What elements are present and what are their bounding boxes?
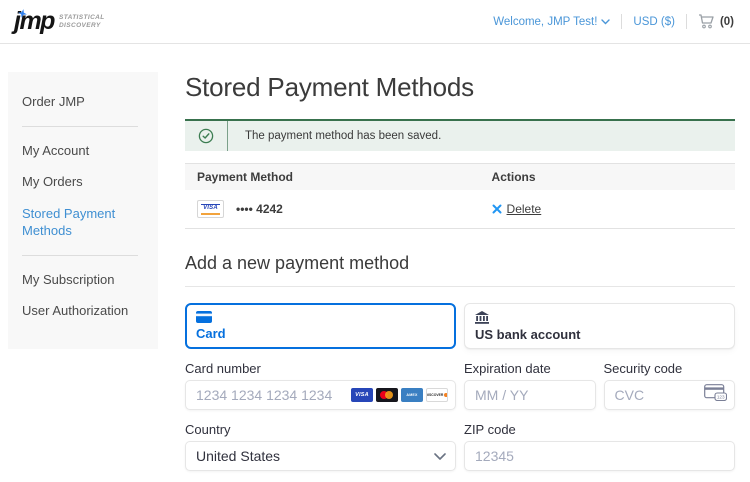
visa-brand-icon: VISA	[351, 388, 373, 402]
top-header: jmp STATISTICAL DISCOVERY Welcome, JMP T…	[0, 0, 750, 44]
actions-cell: Delete	[492, 202, 723, 216]
visa-card-icon: VISA	[197, 200, 224, 218]
payment-table-header: Payment Method Actions	[185, 163, 735, 190]
alert-message: The payment method has been saved.	[228, 121, 441, 151]
cvc-card-icon: 123	[704, 384, 727, 406]
jmp-tagline: STATISTICAL DISCOVERY	[59, 14, 105, 30]
success-alert: The payment method has been saved.	[185, 119, 735, 151]
mastercard-brand-icon	[376, 388, 398, 402]
cart-button[interactable]: (0)	[698, 14, 734, 29]
stored-payment-methods-page: jmp STATISTICAL DISCOVERY Welcome, JMP T…	[0, 0, 750, 482]
sidebar-item-my-orders[interactable]: My Orders	[22, 166, 148, 198]
sidebar-item-my-subscription[interactable]: My Subscription	[22, 264, 148, 296]
card-number-label: Card number	[185, 361, 456, 376]
delete-x-icon	[492, 204, 502, 214]
sidebar-item-user-authorization[interactable]: User Authorization	[22, 295, 148, 327]
zip-code-input[interactable]	[464, 441, 735, 471]
credit-card-icon	[196, 311, 212, 323]
jmp-logo-wordmark: jmp	[14, 9, 54, 34]
column-actions: Actions	[492, 170, 723, 184]
discover-brand-icon: DISCOVER	[426, 388, 448, 402]
tab-us-bank-label: US bank account	[475, 327, 724, 342]
payment-method-tabs: Card US bank account	[185, 303, 735, 349]
sidebar-item-stored-payment-methods[interactable]: Stored Payment Methods	[22, 198, 148, 247]
security-code-label: Security code	[604, 361, 736, 376]
sidebar-item-order-jmp[interactable]: Order JMP	[22, 86, 148, 118]
expiration-label: Expiration date	[464, 361, 596, 376]
tab-card[interactable]: Card	[185, 303, 456, 349]
chevron-down-icon	[601, 19, 610, 25]
card-brand-icons: VISA AMEX DISCOVER	[351, 388, 448, 402]
sidebar-divider	[22, 255, 138, 256]
column-payment-method: Payment Method	[197, 170, 492, 184]
expiration-input[interactable]	[464, 380, 596, 410]
tab-us-bank-account[interactable]: US bank account	[464, 303, 735, 349]
header-divider	[686, 14, 687, 29]
saved-card-cell: VISA •••• 4242	[197, 200, 492, 218]
main-content: Stored Payment Methods The payment metho…	[185, 72, 735, 482]
cart-icon	[698, 14, 715, 29]
success-check-icon	[185, 121, 227, 151]
amex-brand-icon: AMEX	[401, 388, 423, 402]
table-row: VISA •••• 4242 Delete	[185, 190, 735, 229]
jmp-star-icon	[18, 5, 27, 23]
page-title: Stored Payment Methods	[185, 72, 735, 103]
header-utility-nav: Welcome, JMP Test! USD ($) (0)	[493, 14, 734, 29]
country-label: Country	[185, 422, 456, 437]
welcome-account-menu[interactable]: Welcome, JMP Test!	[493, 16, 610, 28]
jmp-logo[interactable]: jmp STATISTICAL DISCOVERY	[14, 9, 105, 34]
currency-selector[interactable]: USD ($)	[633, 16, 675, 28]
sidebar-divider	[22, 126, 138, 127]
bank-icon	[475, 311, 489, 324]
country-selected-value: United States	[185, 441, 456, 471]
tab-card-label: Card	[196, 326, 445, 341]
add-payment-section-title: Add a new payment method	[185, 253, 735, 287]
cart-count: (0)	[720, 16, 734, 28]
sidebar-item-my-account[interactable]: My Account	[22, 135, 148, 167]
country-select[interactable]: United States	[185, 441, 456, 471]
card-last4: •••• 4242	[236, 202, 283, 216]
header-divider	[621, 14, 622, 29]
account-sidebar: Order JMP My Account My Orders Stored Pa…	[8, 72, 158, 349]
svg-text:123: 123	[717, 395, 725, 400]
delete-link[interactable]: Delete	[507, 202, 542, 216]
zip-code-label: ZIP code	[464, 422, 735, 437]
